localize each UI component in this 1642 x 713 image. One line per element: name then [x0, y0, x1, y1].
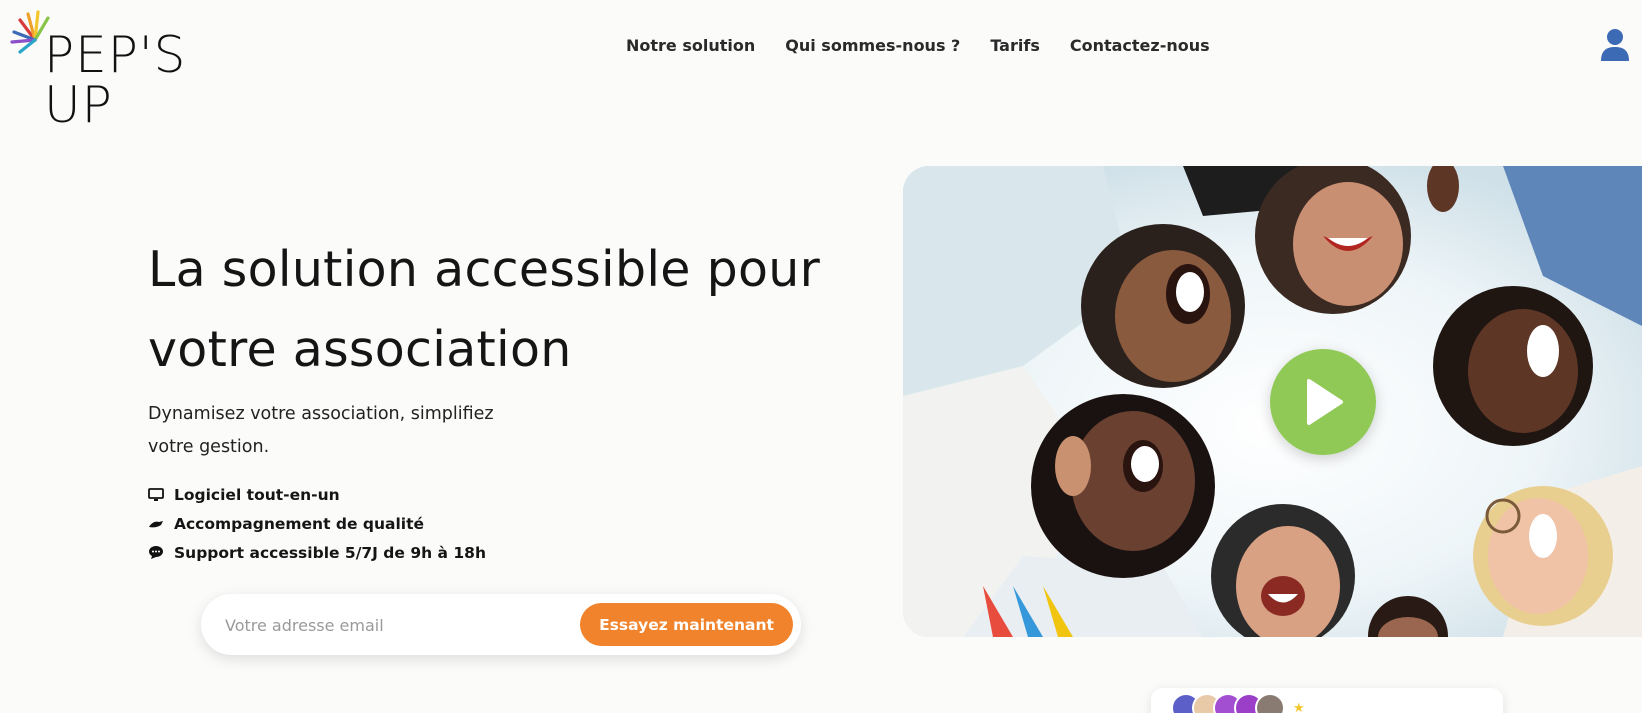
nav-item-notre-solution[interactable]: Notre solution [626, 36, 755, 55]
feature-label: Logiciel tout-en-un [174, 485, 340, 504]
feature-item: Logiciel tout-en-un [148, 480, 486, 509]
handshake-icon [148, 516, 164, 532]
logo-text: PEP'S UP [44, 26, 187, 134]
feature-list: Logiciel tout-en-un Accompagnement de qu… [148, 480, 486, 567]
feature-label: Support accessible 5/7J de 9h à 18h [174, 543, 486, 562]
chat-icon [148, 545, 164, 561]
rating-badge: ★ [1151, 688, 1503, 713]
nav-item-contactez-nous[interactable]: Contactez-nous [1070, 36, 1210, 55]
play-icon [1307, 379, 1343, 425]
nav-item-qui-sommes-nous[interactable]: Qui sommes-nous ? [785, 36, 960, 55]
main-nav: Notre solution Qui sommes-nous ? Tarifs … [626, 36, 1240, 55]
logo[interactable]: PEP'S UP [10, 10, 240, 130]
play-button[interactable] [1270, 349, 1376, 455]
hero-subtitle: Dynamisez votre association, simplifiez … [148, 404, 494, 457]
monitor-icon [148, 487, 164, 503]
feature-item: Support accessible 5/7J de 9h à 18h [148, 538, 486, 567]
email-signup-form: Essayez maintenant [201, 594, 801, 655]
hero-title: La solution accessible pour votre associ… [148, 241, 821, 378]
avatar [1255, 693, 1285, 713]
user-icon[interactable] [1600, 28, 1630, 62]
feature-label: Accompagnement de qualité [174, 514, 425, 533]
try-now-button[interactable]: Essayez maintenant [580, 603, 793, 646]
nav-item-tarifs[interactable]: Tarifs [990, 36, 1040, 55]
hero-video[interactable] [903, 166, 1642, 637]
feature-item: Accompagnement de qualité [148, 509, 486, 538]
avatar-group [1171, 693, 1285, 713]
email-input[interactable] [225, 608, 555, 642]
star-icon: ★ [1293, 700, 1305, 713]
